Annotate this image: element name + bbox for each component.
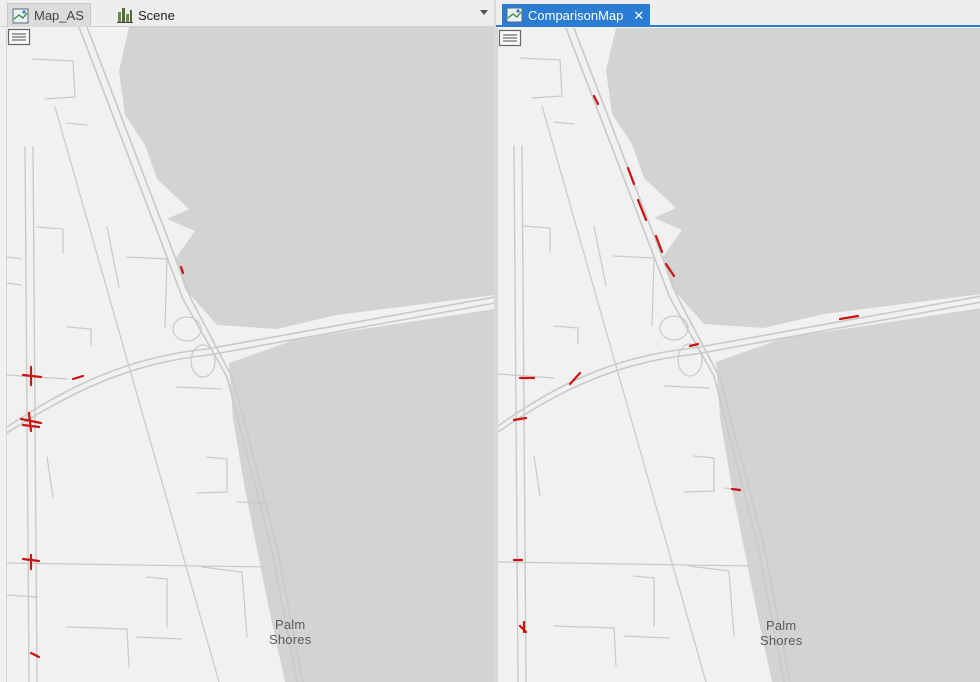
tab-bar: ComparisonMap ✕ bbox=[496, 0, 980, 27]
tab-label: Map_AS bbox=[34, 8, 84, 23]
tab-overflow-dropdown[interactable] bbox=[480, 10, 488, 15]
map-view[interactable]: Palm Shores bbox=[6, 27, 494, 682]
map-pane-left: Map_AS Scene Palm Shores bbox=[0, 0, 494, 682]
map-icon bbox=[506, 7, 523, 23]
place-label: Palm Shores bbox=[760, 618, 803, 648]
map-icon bbox=[12, 8, 29, 23]
legend-icon[interactable] bbox=[7, 27, 31, 47]
map-canvas[interactable] bbox=[7, 27, 494, 682]
map-pane-right: ComparisonMap ✕ Palm Shores bbox=[496, 0, 980, 682]
tab-label: ComparisonMap bbox=[528, 7, 624, 23]
tab-bar: Map_AS Scene bbox=[0, 0, 494, 27]
map-view[interactable]: Palm Shores bbox=[496, 28, 980, 682]
map-canvas[interactable] bbox=[498, 28, 980, 682]
legend-icon[interactable] bbox=[498, 28, 522, 48]
place-label: Palm Shores bbox=[269, 617, 312, 647]
tab-scene[interactable]: Scene bbox=[112, 3, 181, 27]
tab-comparison-map[interactable]: ComparisonMap ✕ bbox=[502, 4, 651, 26]
close-icon[interactable]: ✕ bbox=[633, 9, 644, 22]
scene-icon bbox=[117, 8, 133, 23]
tab-label: Scene bbox=[138, 7, 175, 23]
tab-map-as[interactable]: Map_AS bbox=[7, 3, 91, 27]
